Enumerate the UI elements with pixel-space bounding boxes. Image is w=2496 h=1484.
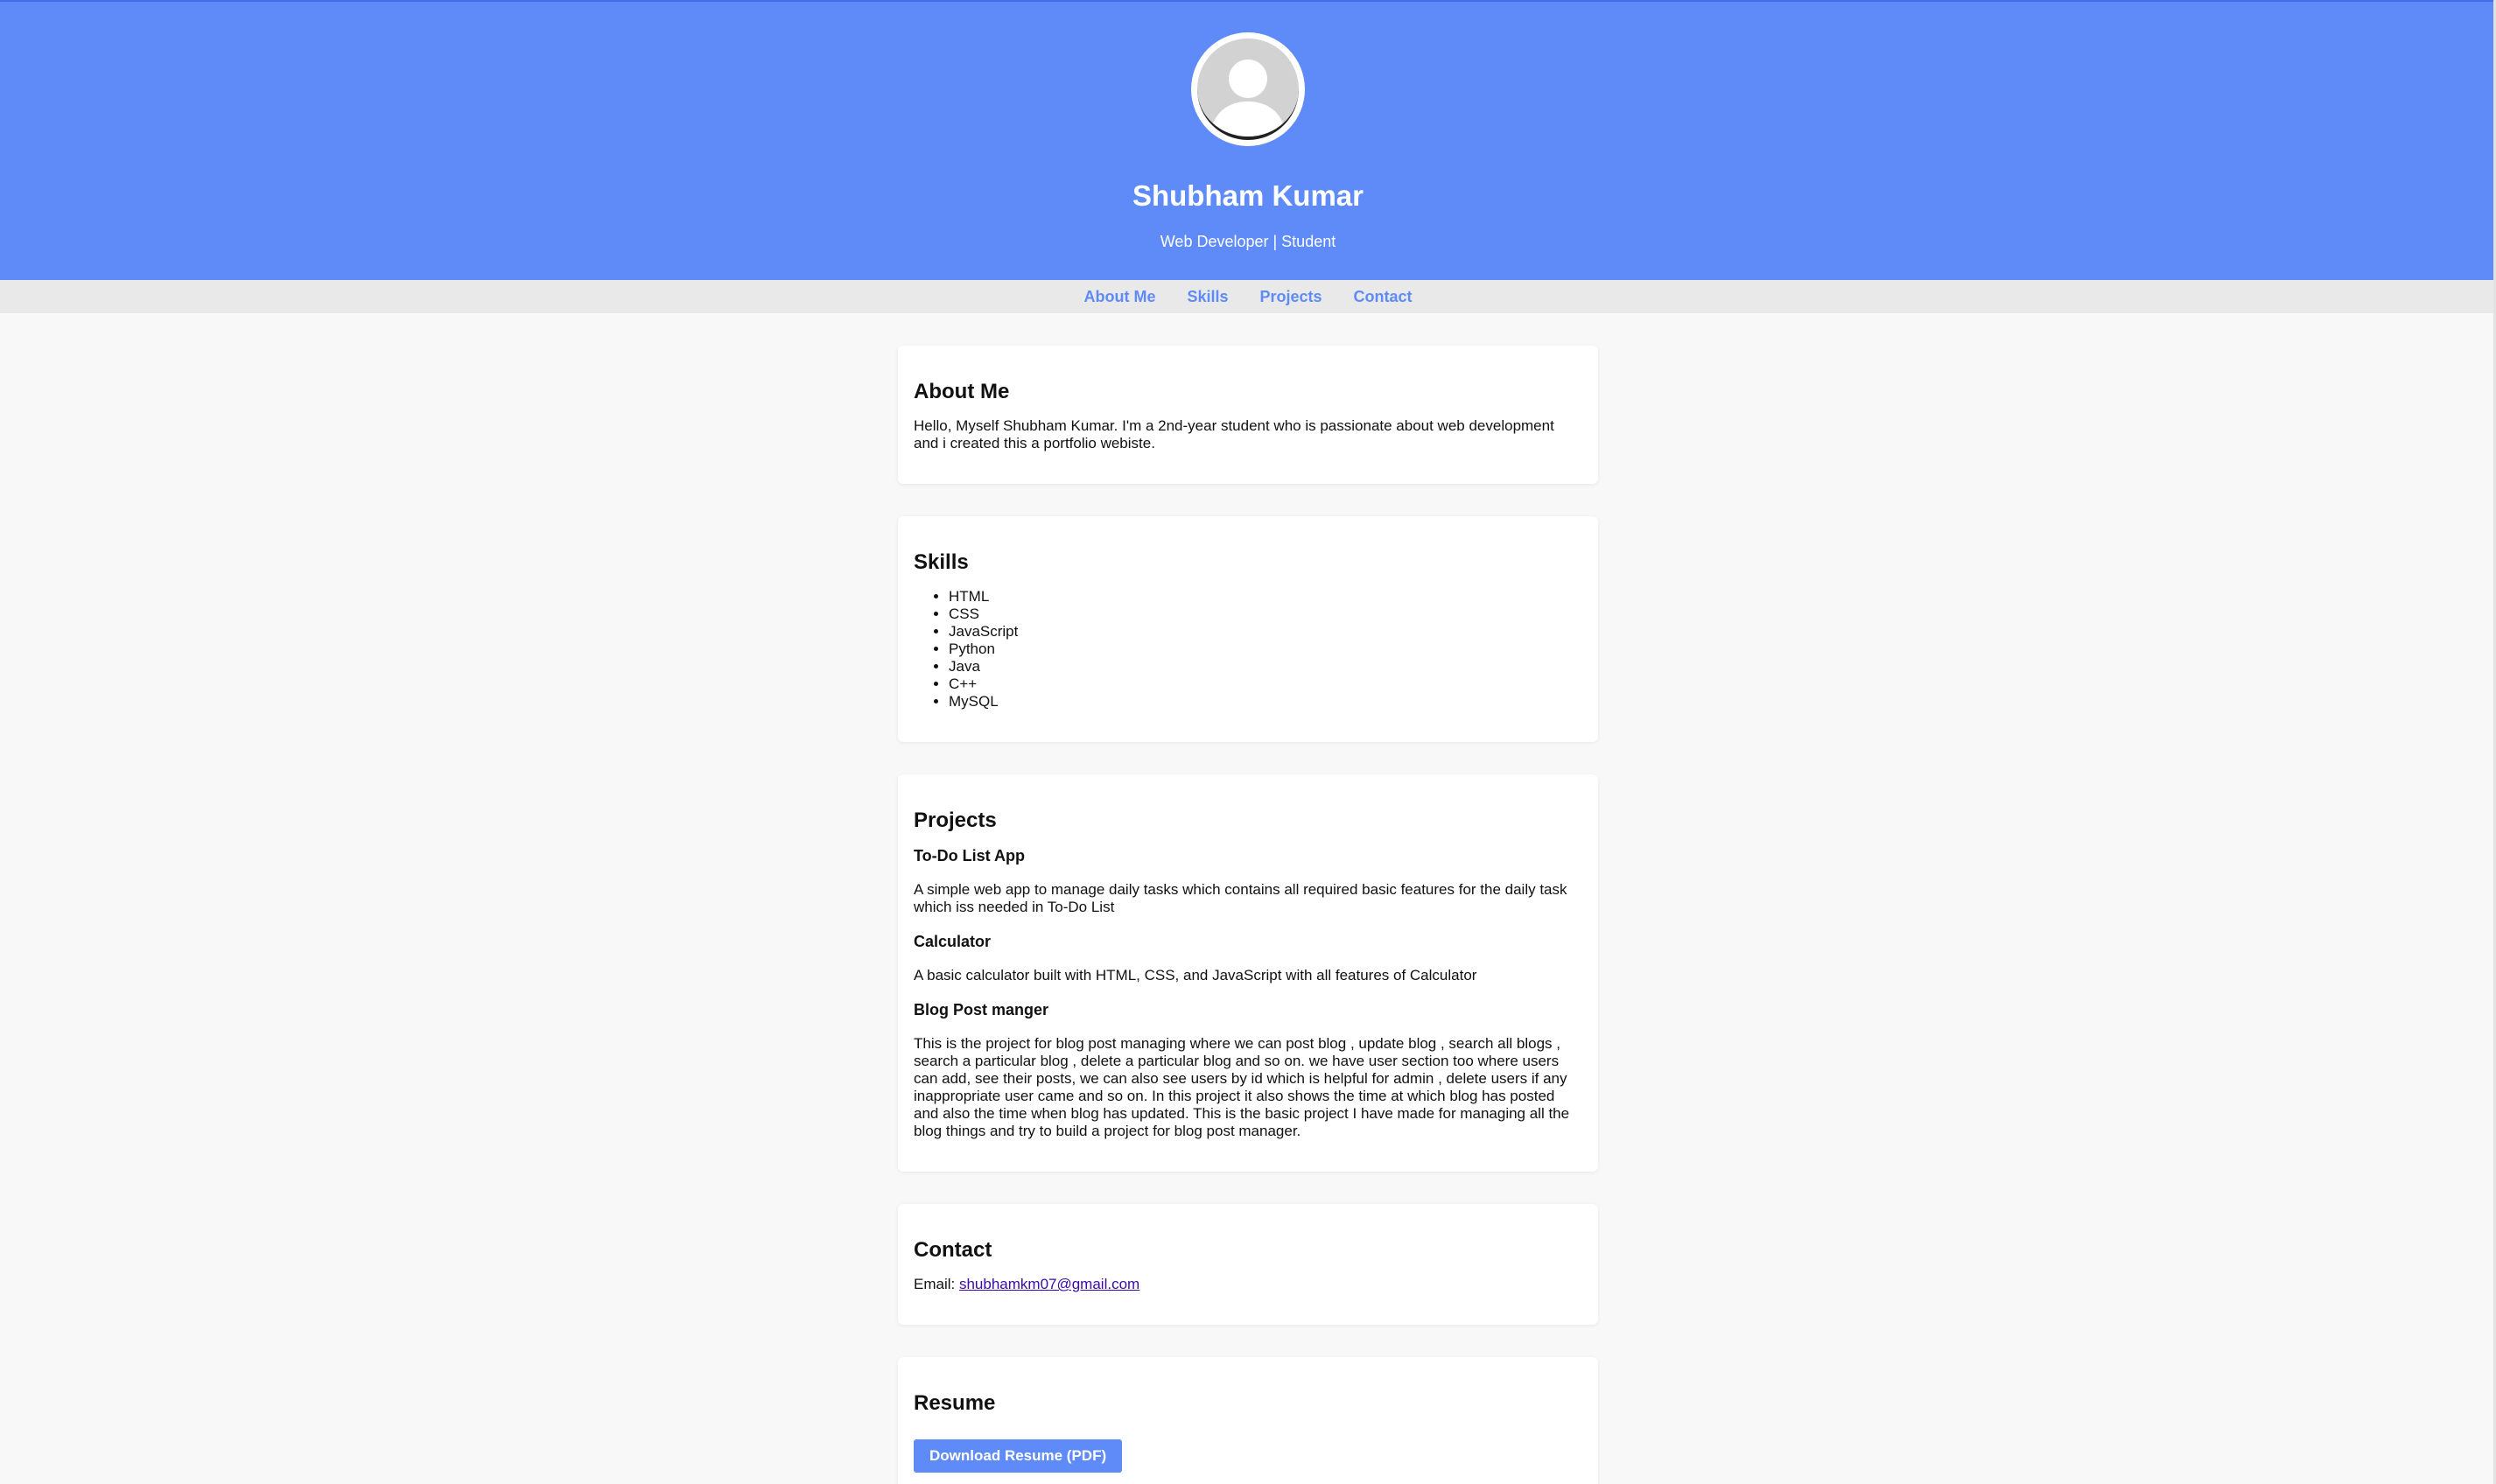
project-name: Blog Post manger bbox=[914, 1001, 1049, 1018]
project-item: To-Do List App A simple web app to manag… bbox=[914, 846, 1582, 916]
skill-item: HTML bbox=[949, 588, 1582, 606]
skills-section: Skills HTML CSS JavaScript Python Java C… bbox=[898, 516, 1598, 742]
skill-item: C++ bbox=[949, 676, 1582, 693]
contact-section: Contact Email: shubhamkm07@gmail.com bbox=[898, 1204, 1598, 1325]
skill-item: JavaScript bbox=[949, 623, 1582, 640]
about-text: Hello, Myself Shubham Kumar. I'm a 2nd-y… bbox=[914, 417, 1554, 452]
project-name: Calculator bbox=[914, 933, 992, 950]
resume-title: Resume bbox=[914, 1391, 996, 1415]
nav-link-projects[interactable]: Projects bbox=[1259, 280, 1322, 313]
project-item: Calculator A basic calculator built with… bbox=[914, 932, 1582, 984]
email-link[interactable]: shubhamkm07@gmail.com bbox=[959, 1276, 1139, 1292]
about-title: About Me bbox=[914, 380, 1010, 403]
projects-section: Projects To-Do List App A simple web app… bbox=[898, 774, 1598, 1172]
profile-name: Shubham Kumar bbox=[1132, 179, 1364, 212]
resume-section: Resume Download Resume (PDF) bbox=[898, 1357, 1598, 1484]
nav-link-about[interactable]: About Me bbox=[1083, 280, 1155, 313]
main-content: About Me Hello, Myself Shubham Kumar. I'… bbox=[898, 313, 1598, 1484]
nav-link-skills[interactable]: Skills bbox=[1187, 280, 1228, 313]
project-description: This is the project for blog post managi… bbox=[914, 1035, 1570, 1139]
skill-item: MySQL bbox=[949, 693, 1582, 710]
project-name: To-Do List App bbox=[914, 847, 1025, 864]
project-description: A simple web app to manage daily tasks w… bbox=[914, 881, 1567, 915]
profile-tagline: Web Developer | Student bbox=[1160, 233, 1336, 250]
contact-title: Contact bbox=[914, 1238, 992, 1262]
avatar bbox=[1191, 32, 1305, 146]
nav-link-contact[interactable]: Contact bbox=[1354, 280, 1413, 313]
projects-title: Projects bbox=[914, 808, 997, 832]
portfolio-page: Shubham Kumar Web Developer | Student Ab… bbox=[0, 0, 2496, 1484]
skills-list: HTML CSS JavaScript Python Java C++ MySQ… bbox=[914, 588, 1582, 710]
about-section: About Me Hello, Myself Shubham Kumar. I'… bbox=[898, 346, 1598, 484]
email-label: Email: bbox=[914, 1276, 956, 1292]
profile-header: Shubham Kumar Web Developer | Student bbox=[0, 0, 2496, 280]
skill-item: Python bbox=[949, 640, 1582, 658]
project-description: A basic calculator built with HTML, CSS,… bbox=[914, 967, 1477, 984]
download-resume-button[interactable]: Download Resume (PDF) bbox=[914, 1439, 1123, 1473]
project-item: Blog Post manger This is the project for… bbox=[914, 1000, 1582, 1140]
skill-item: Java bbox=[949, 658, 1582, 676]
skill-item: CSS bbox=[949, 606, 1582, 623]
top-nav: About Me Skills Projects Contact bbox=[0, 280, 2496, 313]
user-silhouette-icon bbox=[1197, 38, 1299, 140]
skills-title: Skills bbox=[914, 550, 969, 574]
contact-email-row: Email: shubhamkm07@gmail.com bbox=[914, 1276, 1582, 1293]
